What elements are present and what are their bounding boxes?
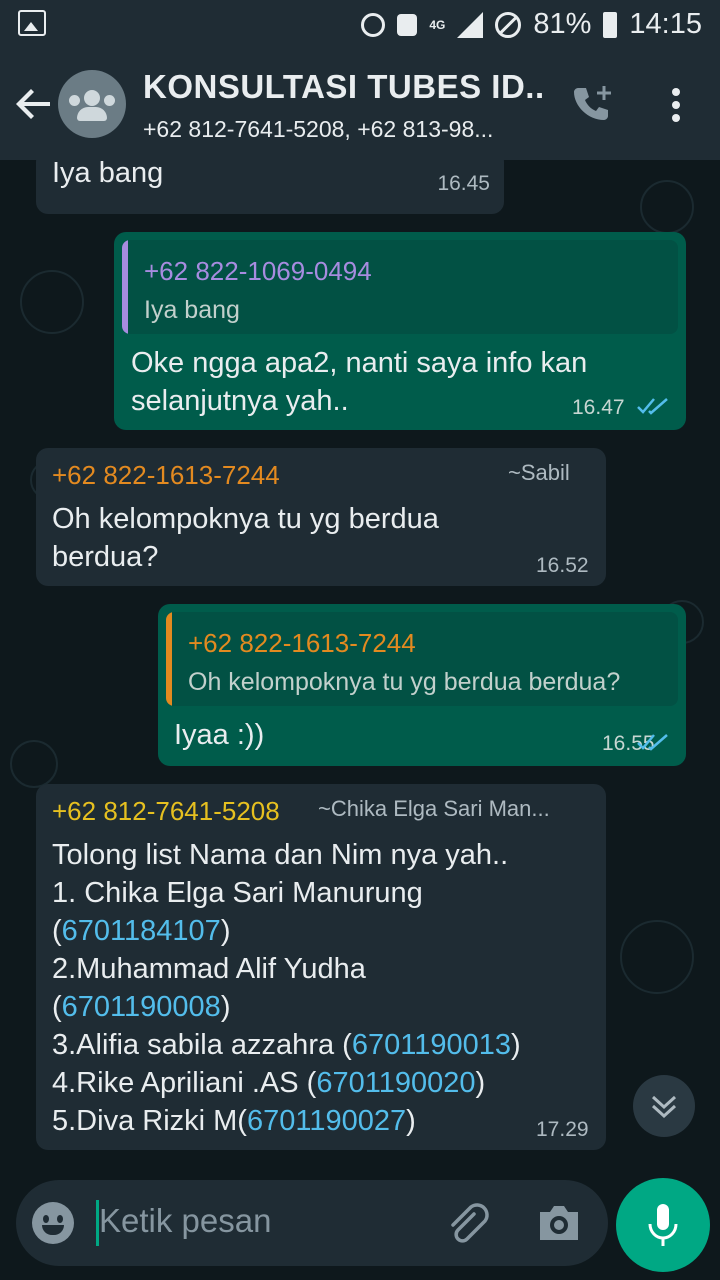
message-bubble[interactable]: +62 812-7641-5208 ~Chika Elga Sari Man..… [36, 784, 606, 1150]
message-time: 16.52 [536, 554, 589, 577]
message-text: Tolong list Nama dan Nim nya yah.. 1. Ch… [52, 836, 582, 1140]
message-text: Oke ngga apa2, nanti saya info kan selan… [131, 347, 588, 417]
image-icon [18, 10, 46, 36]
clock: 14:15 [629, 8, 702, 40]
quoted-text: Oh kelompoknya tu yg berdua berdua? [188, 668, 621, 696]
quoted-text: Iya bang [144, 296, 240, 324]
message-line: 5.Diva Rizki M(6701190027) [52, 1105, 416, 1137]
chat-title[interactable]: KONSULTASI TUBES ID... [143, 68, 543, 106]
attach-icon[interactable] [444, 1200, 492, 1248]
message-line: 3.Alifia sabila azzahra (6701190013) [52, 1029, 521, 1061]
message-text: Oh kelompoknya tu yg berdua berdua? [52, 503, 439, 573]
message-list[interactable]: Iya bang 16.45 +62 822-1069-0494 Iya ban… [0, 160, 720, 1180]
message-line: (6701190008) [52, 991, 231, 1023]
message-time: 17.29 [536, 1118, 589, 1141]
message-bubble[interactable]: +62 822-1069-0494 Iya bang Oke ngga apa2… [114, 232, 686, 430]
message-time: 16.47 [572, 396, 625, 419]
sender-pushname: ~Sabil [508, 460, 570, 485]
message-line: (6701184107) [52, 915, 231, 947]
camera-icon[interactable] [536, 1202, 582, 1244]
phone-link[interactable]: 6701190020 [316, 1067, 475, 1099]
message-bubble[interactable]: +62 822-1613-7244 Oh kelompoknya tu yg b… [158, 604, 686, 766]
message-line: 2.Muhammad Alif Yudha [52, 953, 366, 985]
message-line: Tolong list Nama dan Nim nya yah.. [52, 839, 509, 871]
chat-participants[interactable]: +62 812-7641-5208, +62 813-98... [143, 116, 538, 143]
quoted-sender: +62 822-1613-7244 [188, 628, 416, 658]
message-bubble[interactable]: Iya bang 16.45 [36, 160, 504, 214]
composer-bar: Ketik pesan [0, 1178, 720, 1280]
message-input[interactable]: Ketik pesan [16, 1180, 608, 1266]
message-input-placeholder: Ketik pesan [99, 1202, 272, 1239]
signal-icon [457, 11, 484, 38]
quoted-message[interactable]: +62 822-1069-0494 Iya bang [122, 240, 678, 334]
network-type: 4G [429, 17, 446, 32]
wallpaper-doodle [10, 740, 58, 788]
wallpaper-doodle [20, 270, 84, 334]
more-vert-icon[interactable] [664, 84, 688, 128]
message-text: Iya bang [52, 160, 164, 189]
sender-phone[interactable]: +62 822-1613-7244 [52, 460, 280, 491]
message-time: 16.45 [437, 172, 490, 195]
phone-link[interactable]: 6701190013 [352, 1029, 511, 1061]
wallpaper-doodle [620, 920, 694, 994]
arrow-left-icon[interactable] [14, 78, 54, 128]
sender-phone[interactable]: +62 812-7641-5208 [52, 796, 280, 827]
message-bubble[interactable]: +62 822-1613-7244 ~Sabil Oh kelompoknya … [36, 448, 606, 586]
group-avatar[interactable] [58, 70, 126, 138]
mic-button[interactable] [616, 1178, 710, 1272]
emoji-icon[interactable] [32, 1202, 74, 1244]
mic-icon [648, 1204, 678, 1246]
quoted-message[interactable]: +62 822-1613-7244 Oh kelompoknya tu yg b… [166, 612, 678, 706]
chat-header: KONSULTASI TUBES ID... +62 812-7641-5208… [0, 50, 720, 160]
phone-link[interactable]: 6701190027 [247, 1105, 406, 1137]
chevron-double-down-icon [651, 1095, 677, 1119]
phone-link[interactable]: 6701190008 [62, 991, 221, 1023]
heart-icon [397, 13, 418, 36]
status-bar: 4G 81% 14:15 [0, 0, 720, 50]
read-ticks-icon [637, 734, 668, 751]
scroll-to-bottom-button[interactable] [633, 1075, 695, 1137]
battery-percent: 81% [533, 8, 592, 40]
read-ticks-icon [637, 398, 668, 415]
block-icon [495, 11, 522, 38]
sender-pushname: ~Chika Elga Sari Man... [318, 796, 550, 821]
battery-icon [603, 11, 618, 38]
quoted-sender: +62 822-1069-0494 [144, 256, 372, 286]
alarm-icon [361, 12, 386, 37]
message-line: 1. Chika Elga Sari Manurung [52, 877, 423, 909]
message-line: 4.Rike Apriliani .AS (6701190020) [52, 1067, 486, 1099]
message-text: Iyaa :)) [174, 719, 265, 751]
phone-link[interactable]: 6701184107 [62, 915, 221, 947]
wallpaper-doodle [640, 180, 694, 234]
add-call-icon[interactable] [568, 82, 616, 130]
